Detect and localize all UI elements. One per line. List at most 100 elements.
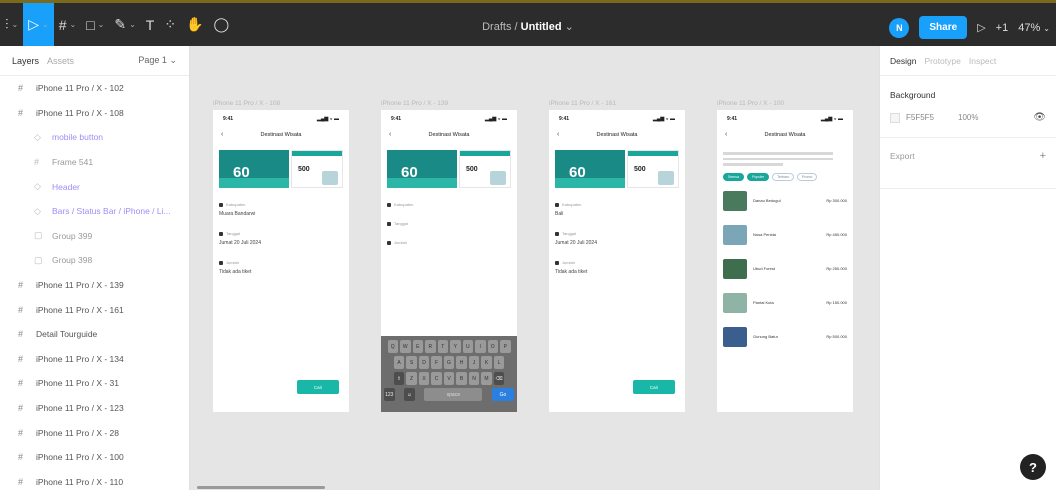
- library-badge[interactable]: +1: [996, 22, 1009, 34]
- form-field[interactable]: Jumlah: [387, 240, 517, 245]
- space-key[interactable]: space: [424, 388, 483, 401]
- horizontal-scrollbar[interactable]: [197, 486, 325, 489]
- pen-tool-button[interactable]: ✎ ⌄: [109, 3, 140, 46]
- form-field[interactable]: Jumlah Tidak ada tiket: [555, 260, 685, 275]
- help-button[interactable]: ?: [1020, 454, 1046, 480]
- filter-chip[interactable]: Populer: [747, 172, 770, 181]
- file-name[interactable]: Untitled: [521, 21, 562, 33]
- filter-chip[interactable]: Semua: [723, 172, 745, 181]
- layer-item[interactable]: # iPhone 11 Pro / X - 161: [0, 297, 189, 322]
- keyboard-key[interactable]: U: [462, 340, 473, 353]
- layer-item[interactable]: # iPhone 11 Pro / X - 100: [0, 445, 189, 470]
- keyboard-key[interactable]: Z: [406, 372, 417, 385]
- back-icon[interactable]: ‹: [557, 131, 575, 138]
- keyboard-key[interactable]: Y: [450, 340, 461, 353]
- layer-item[interactable]: ▢ Group 398: [0, 248, 189, 273]
- filter-chip[interactable]: Terbaru: [772, 172, 795, 181]
- layer-item[interactable]: # iPhone 11 Pro / X - 134: [0, 347, 189, 372]
- keyboard-key[interactable]: K: [481, 356, 492, 369]
- phone-frame[interactable]: 9:41 ▂▄▆ ◒ ▬ ‹ Destinasi Wisata 60 500 Kabupat…: [549, 110, 685, 412]
- keyboard-key[interactable]: ⌫: [493, 372, 505, 385]
- present-icon[interactable]: ▷: [977, 21, 985, 34]
- keyboard-key[interactable]: T: [437, 340, 448, 353]
- keyboard-key[interactable]: D: [418, 356, 430, 369]
- keyboard-key[interactable]: J: [468, 356, 480, 369]
- shape-tool-button[interactable]: □ ⌄: [81, 3, 109, 46]
- eye-icon[interactable]: 👁: [1033, 112, 1046, 123]
- move-tool-button[interactable]: ▷ ⌄: [23, 3, 54, 46]
- resources-button[interactable]: ⁘: [159, 3, 181, 46]
- layer-item[interactable]: ▢ Group 399: [0, 224, 189, 249]
- text-tool-button[interactable]: T: [141, 3, 160, 46]
- phone-frame[interactable]: 9:41 ▂▄▆ ◒ ▬ ‹ Destinasi Wisata 60 500 Kabupat…: [381, 110, 517, 412]
- form-field[interactable]: Kabupaten: [387, 202, 517, 207]
- tab-prototype[interactable]: Prototype: [924, 56, 960, 66]
- canvas[interactable]: iPhone 11 Pro / X - 108 9:41 ▂▄▆ ◒ ▬ ‹ Desti…: [191, 46, 879, 490]
- keyboard-key[interactable]: S: [406, 356, 417, 369]
- keyboard-key[interactable]: M: [481, 372, 492, 385]
- back-icon[interactable]: ‹: [389, 131, 407, 138]
- tour-card[interactable]: Pantai Kuta Rp 150.000: [723, 292, 847, 313]
- keyboard-key[interactable]: F: [431, 356, 442, 369]
- comment-tool-button[interactable]: ◯: [209, 3, 235, 46]
- keyboard-key[interactable]: E: [412, 340, 423, 353]
- frame-label[interactable]: iPhone 11 Pro / X - 108: [213, 100, 280, 107]
- keyboard-key[interactable]: Q: [387, 340, 398, 353]
- layer-item[interactable]: # iPhone 11 Pro / X - 139: [0, 273, 189, 298]
- page-selector[interactable]: Page 1 ⌄: [138, 55, 177, 66]
- frame-tool-button[interactable]: # ⌄: [54, 3, 82, 46]
- keyboard-key[interactable]: I: [475, 340, 486, 353]
- form-field[interactable]: Kabupaten Muara Bandarwi: [219, 202, 349, 217]
- keyboard-key[interactable]: ⇧: [393, 372, 405, 385]
- chevron-down-icon[interactable]: ⌄: [565, 21, 574, 33]
- zoom-control[interactable]: 47% ⌄: [1018, 22, 1050, 34]
- keyboard-key[interactable]: X: [418, 372, 430, 385]
- color-swatch[interactable]: [890, 112, 900, 123]
- layer-item[interactable]: # Frame 541: [0, 150, 189, 175]
- keyboard-key[interactable]: L: [493, 356, 505, 369]
- form-field[interactable]: Tanggal: [387, 221, 517, 226]
- layer-item[interactable]: ◇ Bars / Status Bar / iPhone / Li...: [0, 199, 189, 224]
- go-key[interactable]: Go: [491, 388, 514, 401]
- tab-layers[interactable]: Layers: [12, 56, 39, 66]
- layer-item[interactable]: # iPhone 11 Pro / X - 123: [0, 396, 189, 421]
- layer-item[interactable]: # iPhone 11 Pro / X - 31: [0, 371, 189, 396]
- main-menu-button[interactable]: ⫶ ⌄: [0, 3, 23, 46]
- background-opacity[interactable]: 100%: [958, 113, 978, 122]
- search-button[interactable]: Cari: [633, 380, 675, 394]
- back-icon[interactable]: ‹: [221, 131, 239, 138]
- layer-item[interactable]: ◇ Header: [0, 174, 189, 199]
- search-button[interactable]: Cari: [297, 380, 339, 394]
- share-button[interactable]: Share: [919, 16, 968, 39]
- keyboard-key[interactable]: C: [431, 372, 442, 385]
- keyboard-key[interactable]: P: [500, 340, 511, 353]
- keyboard-key[interactable]: H: [456, 356, 467, 369]
- frame-label[interactable]: iPhone 11 Pro / X - 139: [381, 100, 448, 107]
- form-field[interactable]: Jumlah Tidak ada tiket: [219, 260, 349, 275]
- emoji-key[interactable]: ☺: [404, 388, 415, 401]
- tab-assets[interactable]: Assets: [47, 56, 74, 66]
- tab-design[interactable]: Design: [890, 56, 916, 66]
- keyboard-key[interactable]: R: [425, 340, 436, 353]
- frame-label[interactable]: iPhone 11 Pro / X - 100: [717, 100, 784, 107]
- phone-frame[interactable]: 9:41 ▂▄▆ ◒ ▬ ‹ Destinasi Wisata 60 500 Kabupat…: [213, 110, 349, 412]
- tour-card[interactable]: Gunung Batur Rp 500.000: [723, 326, 847, 347]
- keyboard-key[interactable]: B: [456, 372, 467, 385]
- tour-card[interactable]: Ubud Forest Rp 250.000: [723, 258, 847, 279]
- hand-tool-button[interactable]: ✋: [181, 3, 208, 46]
- phone-frame[interactable]: 9:41 ▂▄▆ ◒ ▬ ‹ Destinasi Wisata Semua Populer…: [717, 110, 853, 412]
- filter-chip[interactable]: Promo: [797, 172, 818, 181]
- layer-item[interactable]: # iPhone 11 Pro / X - 28: [0, 420, 189, 445]
- layer-item[interactable]: # iPhone 11 Pro / X - 110: [0, 470, 189, 490]
- form-field[interactable]: Kabupaten Bali: [555, 202, 685, 217]
- breadcrumb-folder[interactable]: Drafts: [482, 21, 511, 33]
- numbers-key[interactable]: 123: [384, 388, 395, 401]
- keyboard-key[interactable]: W: [400, 340, 411, 353]
- keyboard-key[interactable]: A: [393, 356, 405, 369]
- tour-card[interactable]: Nusa Penida Rp 450.000: [723, 224, 847, 245]
- avatar[interactable]: N: [889, 17, 910, 38]
- layer-item[interactable]: # Detail Tourguide: [0, 322, 189, 347]
- keyboard-key[interactable]: V: [443, 372, 455, 385]
- tour-card[interactable]: Danau Bedugul Rp 300.000: [723, 190, 847, 211]
- back-icon[interactable]: ‹: [725, 131, 743, 138]
